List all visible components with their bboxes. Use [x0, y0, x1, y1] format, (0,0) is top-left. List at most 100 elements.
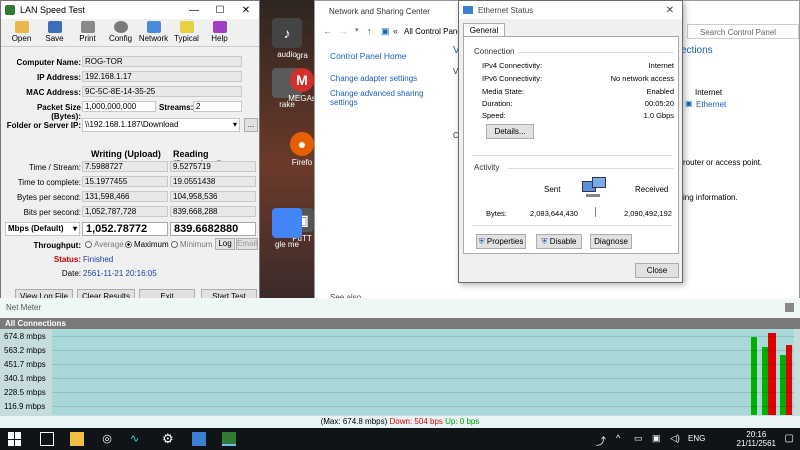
throughput-label: Throughput: [33, 241, 81, 250]
notifications-icon[interactable]: ▢ [785, 433, 794, 444]
forward-icon[interactable]: → [339, 26, 348, 36]
cortana-icon[interactable]: ◎ [100, 432, 114, 446]
close-icon[interactable]: ✕ [233, 5, 259, 16]
radio-minimum[interactable]: Minimum [171, 240, 212, 249]
lightbulb-icon [179, 21, 194, 33]
browse-button[interactable]: ... [244, 118, 258, 132]
y-label: 340.1 mbps [4, 374, 46, 383]
eth-titlebar[interactable]: Ethernet Status ✕ [459, 1, 682, 19]
ethernet-tray-icon[interactable]: ▣ [652, 433, 661, 444]
breadcrumb[interactable]: All Control Panel [404, 27, 464, 36]
traffic-graph [52, 329, 794, 415]
activity-heading: Activity [474, 163, 500, 172]
windows-start-icon[interactable] [8, 432, 22, 446]
mac-label: MAC Address: [26, 88, 81, 97]
change-advanced-sharing-link[interactable]: Change advanced sharing settings [330, 89, 440, 107]
folder-select[interactable]: \\192.168.1.187\Download ▾ [82, 118, 240, 132]
lan-speed-test-taskbar-icon[interactable] [222, 432, 236, 446]
close-button[interactable]: Close [635, 263, 679, 278]
status-label: Status: [53, 255, 81, 264]
net-meter-title: Net Meter [6, 303, 42, 312]
divider [595, 207, 596, 217]
language-indicator[interactable]: ENG [688, 434, 705, 443]
log-button[interactable]: Log [215, 238, 235, 250]
network-button[interactable]: Network [137, 19, 170, 46]
keyboard-icon[interactable]: ▭ [634, 433, 643, 444]
status-value: Finished [83, 255, 114, 264]
toolbar: Open Save Print Config Network Typical H… [1, 19, 259, 47]
down-bar [786, 345, 792, 415]
control-panel-home-link[interactable]: Control Panel Home [330, 51, 407, 61]
network-app-icon[interactable] [192, 432, 206, 446]
y-label: 451.7 mbps [4, 360, 46, 369]
desktop-icon-chrome[interactable]: gle me [260, 208, 314, 249]
tab-general[interactable]: General [463, 23, 505, 37]
window-title: Network and Sharing Center [329, 6, 430, 16]
lst-titlebar[interactable]: LAN Speed Test — ☐ ✕ [1, 1, 259, 19]
taskbar: ◎ ∿ ⚙ ⤴ ^ ▭ ▣ ◁) ENG 20:16 21/11/2561 ▢ [0, 428, 800, 450]
typical-button[interactable]: Typical [170, 19, 203, 46]
details-button[interactable]: Details... [486, 124, 534, 139]
help-button[interactable]: Help [203, 19, 236, 46]
config-button[interactable]: Config [104, 19, 137, 46]
bytes-received: 2,090,492,192 [624, 209, 672, 218]
floppy-icon [47, 21, 62, 33]
ipv6-row: IPv6 Connectivity: No network access [482, 74, 674, 83]
ethernet-link[interactable]: Ethernet [696, 100, 726, 109]
file-explorer-icon[interactable] [70, 432, 84, 446]
up-icon[interactable]: ↑ [367, 26, 372, 36]
streams-input[interactable]: 2 [193, 101, 242, 112]
radio-average[interactable]: Average [85, 240, 124, 249]
divider [518, 52, 674, 53]
packet-size-input[interactable]: 1,000,000,000 [82, 101, 156, 112]
open-button[interactable]: Open [5, 19, 38, 46]
up-value: Up: 0 bps [445, 417, 480, 426]
time-stream-label: Time / Stream: [28, 163, 81, 172]
chevron-down-icon[interactable]: ▾ [355, 26, 359, 34]
radio-maximum[interactable]: Maximum [125, 240, 169, 249]
save-button[interactable]: Save [38, 19, 71, 46]
email-button[interactable]: Email [236, 238, 258, 250]
properties-button[interactable]: ⛨ Properties [476, 234, 526, 249]
ipv4-row: IPv4 Connectivity: Internet [482, 61, 674, 70]
ethernet-status-dialog: Ethernet Status ✕ General Connection IPv… [458, 0, 683, 283]
bytes-per-second-write: 131,598,466 [82, 191, 168, 202]
close-icon[interactable]: ✕ [658, 5, 682, 16]
unit-select[interactable]: Mbps (Default) ▾ [5, 222, 80, 236]
back-icon[interactable]: ← [323, 26, 332, 36]
desktop-icon-gra[interactable]: gra [288, 18, 316, 60]
duration-row: Duration: 00:05:20 [482, 99, 674, 108]
net-meter-icon[interactable]: ∿ [130, 432, 144, 446]
print-button[interactable]: Print [71, 19, 104, 46]
maximize-icon[interactable]: ☐ [207, 5, 233, 16]
connections-heading: ections [681, 45, 713, 56]
desktop-icon-firefox[interactable]: ● Firefo [288, 132, 316, 167]
change-adapter-settings-link[interactable]: Change adapter settings [330, 74, 417, 83]
diagnose-button[interactable]: Diagnose [590, 234, 632, 249]
task-view-icon[interactable] [40, 432, 54, 446]
date-value: 2561-11-21 20:16:05 [83, 269, 157, 278]
volume-icon[interactable]: ◁) [670, 433, 680, 444]
general-panel: Connection IPv4 Connectivity: Internet IP… [463, 36, 679, 254]
streams-label: Streams: [159, 103, 194, 112]
computer-name-label: Computer Name: [16, 58, 81, 67]
time-complete-read: 19.0551438 [170, 176, 256, 187]
connection-heading: Connection [474, 47, 515, 56]
packet-size-label: Packet Size (Bytes): [36, 103, 81, 121]
chevron-up-icon[interactable]: ^ [616, 433, 620, 443]
net-meter-titlebar[interactable]: Net Meter [0, 298, 800, 318]
clock[interactable]: 20:16 21/11/2561 [737, 430, 776, 448]
minimize-icon[interactable]: — [181, 5, 207, 16]
search-input[interactable]: Search Control Panel [687, 24, 799, 39]
computers-icon [582, 177, 608, 199]
help-icon [212, 21, 227, 33]
divider [472, 155, 672, 156]
settings-gear-icon[interactable]: ⚙ [162, 432, 176, 446]
disable-button[interactable]: ⛨ Disable [536, 234, 582, 249]
up-bar [751, 337, 757, 415]
media-state-row: Media State: Enabled [482, 87, 674, 96]
desktop-background: ♪audio gra rake MMEGAs ●Firefo ▣PuTT gle… [258, 0, 316, 300]
desktop-icon-mega[interactable]: M MEGAs [288, 68, 316, 103]
close-icon[interactable] [785, 303, 794, 312]
network-tray-icon[interactable]: ⤴ [596, 433, 606, 448]
